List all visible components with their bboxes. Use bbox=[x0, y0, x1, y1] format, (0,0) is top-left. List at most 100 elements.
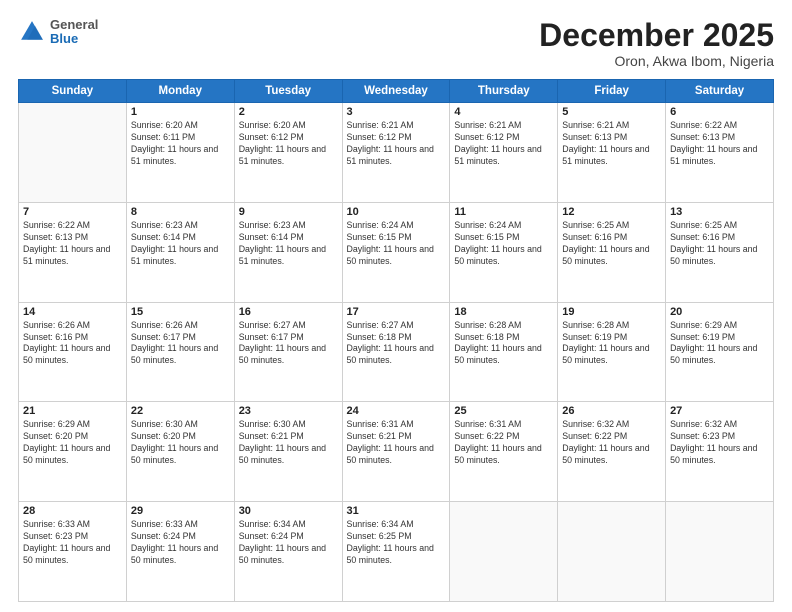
logo-general: General bbox=[50, 18, 98, 32]
calendar-cell: 26 Sunrise: 6:32 AM Sunset: 6:22 PM Dayli… bbox=[558, 402, 666, 502]
calendar-cell: 23 Sunrise: 6:30 AM Sunset: 6:21 PM Dayli… bbox=[234, 402, 342, 502]
day-info: Sunrise: 6:21 AM Sunset: 6:12 PM Dayligh… bbox=[347, 120, 446, 168]
day-number: 2 bbox=[239, 106, 338, 118]
week-row-4: 28Sunrise: 6:33 AM Sunset: 6:23 PM Dayli… bbox=[19, 502, 774, 602]
subtitle: Oron, Akwa Ibom, Nigeria bbox=[539, 53, 774, 69]
day-header-friday: Friday bbox=[558, 80, 666, 103]
day-number: 7 bbox=[23, 206, 122, 218]
logo: General Blue bbox=[18, 18, 98, 47]
day-number: 4 bbox=[454, 106, 553, 118]
day-info: Sunrise: 6:21 AM Sunset: 6:13 PM Dayligh… bbox=[562, 120, 661, 168]
calendar-cell: 2 Sunrise: 6:20 AM Sunset: 6:12 PM Daylig… bbox=[234, 103, 342, 203]
day-info: Sunrise: 6:28 AM Sunset: 6:19 PM Dayligh… bbox=[562, 320, 661, 368]
calendar-cell: 14 Sunrise: 6:26 AM Sunset: 6:16 PM Dayli… bbox=[19, 302, 127, 402]
day-header-wednesday: Wednesday bbox=[342, 80, 450, 103]
day-info: Sunrise: 6:25 AM Sunset: 6:16 PM Dayligh… bbox=[562, 220, 661, 268]
day-number: 17 bbox=[347, 306, 446, 318]
calendar-cell: 19 Sunrise: 6:28 AM Sunset: 6:19 PM Dayli… bbox=[558, 302, 666, 402]
day-info: Sunrise: 6:20 AM Sunset: 6:12 PM Dayligh… bbox=[239, 120, 338, 168]
day-number: 21 bbox=[23, 405, 122, 417]
calendar-cell: 11Sunrise: 6:24 AM Sunset: 6:15 PM Dayli… bbox=[450, 202, 558, 302]
calendar-cell: 28Sunrise: 6:33 AM Sunset: 6:23 PM Dayli… bbox=[19, 502, 127, 602]
day-info: Sunrise: 6:27 AM Sunset: 6:17 PM Dayligh… bbox=[239, 320, 338, 368]
week-row-2: 14 Sunrise: 6:26 AM Sunset: 6:16 PM Dayli… bbox=[19, 302, 774, 402]
day-info: Sunrise: 6:27 AM Sunset: 6:18 PM Dayligh… bbox=[347, 320, 446, 368]
day-info: Sunrise: 6:26 AM Sunset: 6:16 PM Dayligh… bbox=[23, 320, 122, 368]
calendar-cell: 17 Sunrise: 6:27 AM Sunset: 6:18 PM Dayli… bbox=[342, 302, 450, 402]
day-number: 1 bbox=[131, 106, 230, 118]
calendar-cell: 1 Sunrise: 6:20 AM Sunset: 6:11 PM Daylig… bbox=[126, 103, 234, 203]
calendar-cell: 20Sunrise: 6:29 AM Sunset: 6:19 PM Dayli… bbox=[666, 302, 774, 402]
calendar-cell: 16 Sunrise: 6:27 AM Sunset: 6:17 PM Dayli… bbox=[234, 302, 342, 402]
day-info: Sunrise: 6:31 AM Sunset: 6:22 PM Dayligh… bbox=[454, 419, 553, 467]
day-header-tuesday: Tuesday bbox=[234, 80, 342, 103]
day-number: 14 bbox=[23, 306, 122, 318]
day-number: 9 bbox=[239, 206, 338, 218]
day-number: 19 bbox=[562, 306, 661, 318]
day-number: 31 bbox=[347, 505, 446, 517]
day-number: 23 bbox=[239, 405, 338, 417]
calendar-cell: 12Sunrise: 6:25 AM Sunset: 6:16 PM Dayli… bbox=[558, 202, 666, 302]
calendar-cell: 25Sunrise: 6:31 AM Sunset: 6:22 PM Dayli… bbox=[450, 402, 558, 502]
day-info: Sunrise: 6:29 AM Sunset: 6:19 PM Dayligh… bbox=[670, 320, 769, 368]
logo-blue: Blue bbox=[50, 32, 98, 46]
day-number: 28 bbox=[23, 505, 122, 517]
day-info: Sunrise: 6:23 AM Sunset: 6:14 PM Dayligh… bbox=[239, 220, 338, 268]
calendar-cell: 30Sunrise: 6:34 AM Sunset: 6:24 PM Dayli… bbox=[234, 502, 342, 602]
day-info: Sunrise: 6:30 AM Sunset: 6:21 PM Dayligh… bbox=[239, 419, 338, 467]
calendar-cell: 21 Sunrise: 6:29 AM Sunset: 6:20 PM Dayli… bbox=[19, 402, 127, 502]
days-of-week-row: SundayMondayTuesdayWednesdayThursdayFrid… bbox=[19, 80, 774, 103]
day-number: 27 bbox=[670, 405, 769, 417]
day-info: Sunrise: 6:30 AM Sunset: 6:20 PM Dayligh… bbox=[131, 419, 230, 467]
calendar-cell: 24 Sunrise: 6:31 AM Sunset: 6:21 PM Dayli… bbox=[342, 402, 450, 502]
calendar-cell: 8 Sunrise: 6:23 AM Sunset: 6:14 PM Daylig… bbox=[126, 202, 234, 302]
calendar-cell: 31 Sunrise: 6:34 AM Sunset: 6:25 PM Dayli… bbox=[342, 502, 450, 602]
calendar-cell: 4 Sunrise: 6:21 AM Sunset: 6:12 PM Daylig… bbox=[450, 103, 558, 203]
calendar-header: SundayMondayTuesdayWednesdayThursdayFrid… bbox=[19, 80, 774, 103]
day-info: Sunrise: 6:23 AM Sunset: 6:14 PM Dayligh… bbox=[131, 220, 230, 268]
logo-icon bbox=[18, 18, 46, 46]
day-header-thursday: Thursday bbox=[450, 80, 558, 103]
day-info: Sunrise: 6:21 AM Sunset: 6:12 PM Dayligh… bbox=[454, 120, 553, 168]
day-number: 29 bbox=[131, 505, 230, 517]
calendar-cell bbox=[666, 502, 774, 602]
header: General Blue December 2025 Oron, Akwa Ib… bbox=[18, 18, 774, 69]
day-info: Sunrise: 6:26 AM Sunset: 6:17 PM Dayligh… bbox=[131, 320, 230, 368]
day-info: Sunrise: 6:33 AM Sunset: 6:24 PM Dayligh… bbox=[131, 519, 230, 567]
calendar-table: SundayMondayTuesdayWednesdayThursdayFrid… bbox=[18, 79, 774, 602]
day-info: Sunrise: 6:28 AM Sunset: 6:18 PM Dayligh… bbox=[454, 320, 553, 368]
day-info: Sunrise: 6:34 AM Sunset: 6:25 PM Dayligh… bbox=[347, 519, 446, 567]
calendar-cell: 7Sunrise: 6:22 AM Sunset: 6:13 PM Daylig… bbox=[19, 202, 127, 302]
day-header-saturday: Saturday bbox=[666, 80, 774, 103]
day-number: 16 bbox=[239, 306, 338, 318]
calendar-cell: 18 Sunrise: 6:28 AM Sunset: 6:18 PM Dayli… bbox=[450, 302, 558, 402]
calendar-cell: 10Sunrise: 6:24 AM Sunset: 6:15 PM Dayli… bbox=[342, 202, 450, 302]
day-info: Sunrise: 6:22 AM Sunset: 6:13 PM Dayligh… bbox=[670, 120, 769, 168]
day-info: Sunrise: 6:32 AM Sunset: 6:22 PM Dayligh… bbox=[562, 419, 661, 467]
day-number: 10 bbox=[347, 206, 446, 218]
calendar-cell: 22 Sunrise: 6:30 AM Sunset: 6:20 PM Dayli… bbox=[126, 402, 234, 502]
day-info: Sunrise: 6:31 AM Sunset: 6:21 PM Dayligh… bbox=[347, 419, 446, 467]
calendar-body: 1 Sunrise: 6:20 AM Sunset: 6:11 PM Daylig… bbox=[19, 103, 774, 602]
logo-text: General Blue bbox=[50, 18, 98, 47]
day-info: Sunrise: 6:25 AM Sunset: 6:16 PM Dayligh… bbox=[670, 220, 769, 268]
day-number: 3 bbox=[347, 106, 446, 118]
calendar-cell: 15 Sunrise: 6:26 AM Sunset: 6:17 PM Dayli… bbox=[126, 302, 234, 402]
day-number: 15 bbox=[131, 306, 230, 318]
calendar-cell: 27 Sunrise: 6:32 AM Sunset: 6:23 PM Dayli… bbox=[666, 402, 774, 502]
title-block: December 2025 Oron, Akwa Ibom, Nigeria bbox=[539, 18, 774, 69]
page: General Blue December 2025 Oron, Akwa Ib… bbox=[0, 0, 792, 612]
day-info: Sunrise: 6:29 AM Sunset: 6:20 PM Dayligh… bbox=[23, 419, 122, 467]
month-title: December 2025 bbox=[539, 18, 774, 53]
day-number: 24 bbox=[347, 405, 446, 417]
calendar-cell: 13 Sunrise: 6:25 AM Sunset: 6:16 PM Dayli… bbox=[666, 202, 774, 302]
day-header-sunday: Sunday bbox=[19, 80, 127, 103]
day-number: 8 bbox=[131, 206, 230, 218]
day-info: Sunrise: 6:20 AM Sunset: 6:11 PM Dayligh… bbox=[131, 120, 230, 168]
day-info: Sunrise: 6:32 AM Sunset: 6:23 PM Dayligh… bbox=[670, 419, 769, 467]
day-number: 26 bbox=[562, 405, 661, 417]
day-number: 13 bbox=[670, 206, 769, 218]
day-number: 18 bbox=[454, 306, 553, 318]
day-number: 22 bbox=[131, 405, 230, 417]
calendar-cell bbox=[558, 502, 666, 602]
